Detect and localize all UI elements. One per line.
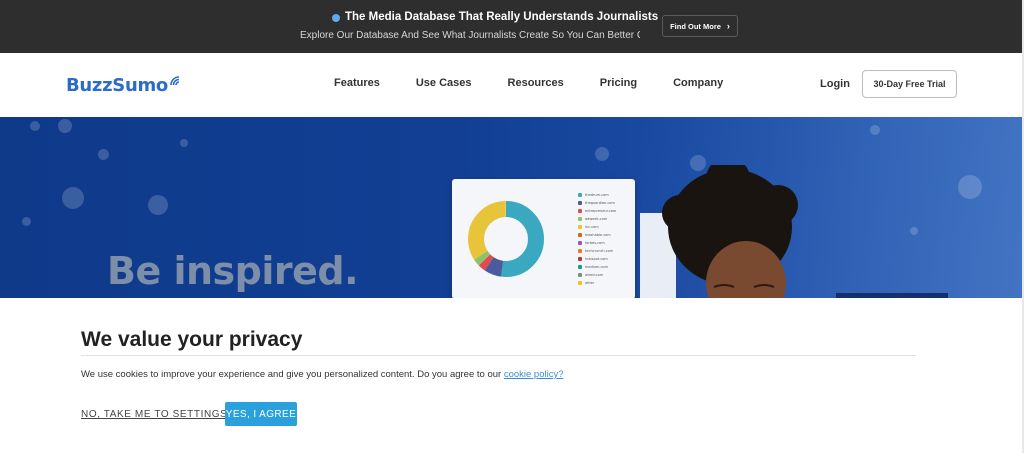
decorative-bubble <box>958 175 982 199</box>
status-dot-icon <box>332 14 340 22</box>
promo-title: The Media Database That Really Understan… <box>345 11 659 23</box>
chevron-right-icon: › <box>726 21 730 31</box>
nav-item-pricing[interactable]: Pricing <box>600 77 637 89</box>
legend-item: other <box>585 281 595 285</box>
person-photo-image <box>662 165 798 298</box>
cookie-consent-panel: We value your privacy We use cookies to … <box>0 298 1024 453</box>
legend-item: wired.com <box>585 273 604 277</box>
decorative-bubble <box>22 217 31 226</box>
settings-link[interactable]: NO, TAKE ME TO SETTINGS <box>81 409 227 420</box>
legend-item: entrepreneur.com <box>585 209 617 213</box>
nav-links: Features Use Cases Resources Pricing Com… <box>334 77 723 89</box>
nav-item-use-cases[interactable]: Use Cases <box>416 77 472 89</box>
logo[interactable]: BuzzSumo <box>66 73 181 97</box>
privacy-text: We use cookies to improve your experienc… <box>81 369 502 380</box>
promo-banner: The Media Database That Really Understan… <box>0 0 1024 53</box>
privacy-description: We use cookies to improve your experienc… <box>81 369 564 380</box>
signal-wave-icon <box>170 76 180 86</box>
logo-text: BuzzSumo <box>66 74 168 96</box>
agree-button[interactable]: YES, I AGREE <box>225 402 297 426</box>
legend-item: techcrunch.com <box>585 249 614 253</box>
nav-item-features[interactable]: Features <box>334 77 380 89</box>
hero-banner: thedrum.com theguardian.com entrepreneur… <box>0 117 1024 298</box>
legend-item: forbes.com <box>585 241 605 245</box>
legend-item: adweek.com <box>585 217 608 221</box>
decorative-bubble <box>595 147 609 161</box>
decorative-bubble <box>30 121 40 131</box>
divider <box>81 355 916 356</box>
legend-item: inc.com <box>585 225 599 229</box>
decorative-bubble <box>98 149 109 160</box>
find-out-more-label: Find Out More <box>670 21 721 31</box>
hero-title: Be inspired. <box>107 249 359 293</box>
legend-item: thedrum.com <box>585 193 609 197</box>
login-link[interactable]: Login <box>820 78 850 90</box>
decorative-bubble <box>148 195 168 215</box>
free-trial-button[interactable]: 30-Day Free Trial <box>862 70 957 98</box>
legend-item: medium.com <box>585 265 608 269</box>
cookie-policy-link[interactable]: cookie policy? <box>504 369 564 380</box>
decorative-bubble <box>180 139 188 147</box>
find-out-more-button[interactable]: Find Out More › <box>662 15 738 37</box>
decorative-bubble <box>910 227 918 235</box>
decorative-bubble <box>62 187 84 209</box>
decorative-bubble <box>58 119 72 133</box>
decorative-bubble <box>870 125 880 135</box>
nav-item-resources[interactable]: Resources <box>508 77 564 89</box>
nav-item-company[interactable]: Company <box>673 77 723 89</box>
analytics-card-image: thedrum.com theguardian.com entrepreneur… <box>452 179 635 298</box>
donut-chart-icon <box>468 201 544 277</box>
legend-item: theguardian.com <box>585 201 615 205</box>
legend-item: mashable.com <box>585 233 611 237</box>
promo-subtitle: Explore Our Database And See What Journa… <box>300 30 640 41</box>
main-navigation: BuzzSumo Features Use Cases Resources Pr… <box>0 53 1024 117</box>
privacy-title: We value your privacy <box>81 328 303 351</box>
legend-item: hubspot.com <box>585 257 608 261</box>
